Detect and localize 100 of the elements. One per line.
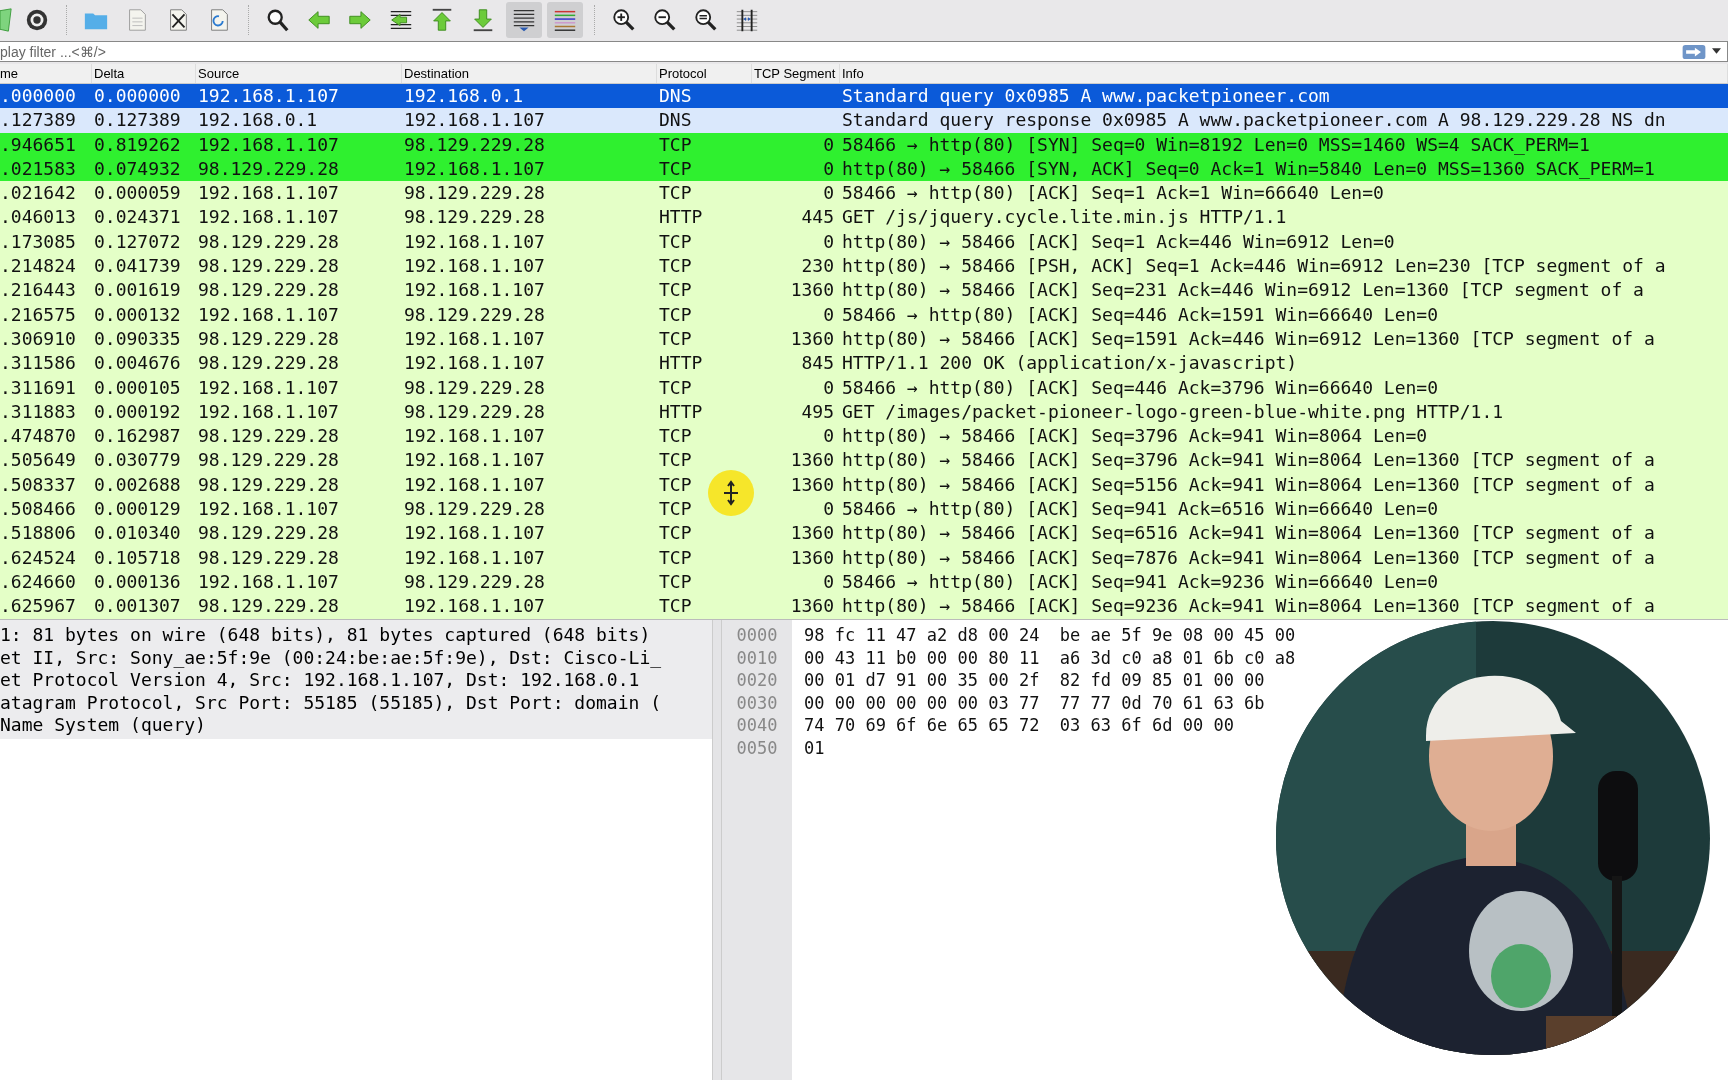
- search-icon: [265, 7, 291, 33]
- table-cell-text: 0.162987: [93, 424, 181, 449]
- table-cell-text: TCP: [658, 156, 692, 181]
- table-cell-text: 58466 → http(80) [ACK] Seq=446 Ack=1591 Win=66640 Len=0: [841, 302, 1439, 327]
- table-cell: .021642: [0, 181, 76, 206]
- table-cell-text: 0.000059: [93, 181, 181, 206]
- packet-row[interactable]: .127389 0.127389 192.168.0.1 192.168.1.107 DNS Standard query response 0x0985 A www.packetpioneer.com A 98.129.229.28 NS dn: [0, 108, 1728, 133]
- detail-line[interactable]: atagram Protocol, Src Port: 55185 (55185), Dst Port: domain (: [0, 691, 662, 715]
- packet-row[interactable]: .000000 0.000000 192.168.1.107 192.168.0.1 DNS Standard query 0x0985 A www.packetpioneer.com: [0, 84, 1728, 109]
- column-header[interactable]: Destination: [402, 64, 657, 83]
- column-header[interactable]: Delta: [92, 64, 196, 83]
- table-cell-text: 495: [801, 399, 834, 424]
- packet-row[interactable]: .311691 0.000105 192.168.1.107 98.129.229.28 TCP 0 58466 → http(80) [ACK] Seq=446 Ack=3796 Win=66640 Len=0: [0, 375, 1728, 400]
- table-cell-text: DNS: [658, 108, 692, 133]
- table-cell-text: 98.129.229.28: [197, 448, 339, 473]
- table-cell-text: 192.168.1.107: [403, 156, 545, 181]
- scroll-list-icon: [511, 7, 537, 33]
- packet-row[interactable]: .518806 0.010340 98.129.229.28 192.168.1.107 TCP 1360 http(80) → 58466 [ACK] Seq=6516 Ack=941 Win=8064 Len=1360 [TCP segment of a: [0, 521, 1728, 546]
- table-cell: 445: [801, 205, 834, 230]
- caret-icon[interactable]: [1712, 48, 1721, 55]
- table-cell-text: HTTP: [658, 399, 703, 424]
- table-cell-text: 192.168.1.107: [403, 424, 545, 449]
- table-cell: 0: [823, 181, 834, 206]
- packet-row[interactable]: .946651 0.819262 192.168.1.107 98.129.229.28 TCP 0 58466 → http(80) [SYN] Seq=0 Win=8192 Len=0 MSS=1460 WS=4 SACK_PERM=1: [0, 132, 1728, 157]
- table-cell-text: 192.168.1.107: [197, 375, 339, 400]
- hex-bytes: 00 01 d7 91 00 35 00 2f 82 fd 09 85 01 00 00: [804, 669, 1265, 692]
- table-cell-text: 0: [823, 156, 834, 181]
- table-cell-text: 192.168.1.107: [197, 132, 339, 157]
- table-cell-text: 98.129.229.28: [197, 254, 339, 279]
- packet-row[interactable]: .216443 0.001619 98.129.229.28 192.168.1.107 TCP 1360 http(80) → 58466 [ACK] Seq=231 Ack=446 Win=6912 Len=1360 [TCP segment of a: [0, 278, 1728, 303]
- table-cell-text: TCP: [658, 497, 692, 522]
- table-cell: 1360: [790, 521, 834, 546]
- table-cell-text: 1360: [790, 326, 834, 351]
- table-cell-text: TCP: [658, 472, 692, 497]
- table-cell-text: 192.168.1.107: [403, 326, 545, 351]
- hex-bytes: 00 00 00 00 00 00 03 77 77 77 0d 70 61 63 6b: [804, 691, 1265, 715]
- table-cell-text: http(80) → 58466 [PSH, ACK] Seq=1 Ack=446 Win=6912 Len=230 [TCP segment of a: [841, 254, 1666, 279]
- packet-row[interactable]: .624524 0.105718 98.129.229.28 192.168.1.107 TCP 1360 http(80) → 58466 [ACK] Seq=7876 Ack=941 Win=8064 Len=1360 [TCP segment of a: [0, 545, 1728, 570]
- toolbar-button[interactable]: [506, 2, 542, 38]
- table-cell-text: 98.129.229.28: [197, 351, 339, 376]
- column-header[interactable]: Info: [840, 64, 1728, 83]
- packet-row[interactable]: .505649 0.030779 98.129.229.28 192.168.1.107 TCP 1360 http(80) → 58466 [ACK] Seq=3796 Ack=941 Win=8064 Len=1360 [TCP segment of a: [0, 448, 1728, 473]
- detail-line[interactable]: Name System (query): [0, 714, 206, 737]
- table-cell-text: 58466 → http(80) [ACK] Seq=1 Ack=1 Win=66640 Len=0: [841, 181, 1384, 206]
- table-cell-text: TCP: [658, 302, 692, 327]
- table-cell-text: .000000: [0, 84, 76, 108]
- table-cell: .216443: [0, 278, 76, 303]
- table-cell-text: 0.000136: [93, 569, 181, 594]
- table-cell-text: 0.000105: [93, 375, 181, 400]
- column-header[interactable]: Source: [196, 64, 402, 83]
- table-cell-text: TCP: [658, 375, 692, 400]
- column-header[interactable]: me: [0, 64, 92, 83]
- display-filter-field[interactable]: play filter ...<⌘/>: [0, 43, 1678, 60]
- table-cell-text: HTTP: [658, 205, 703, 230]
- packet-row[interactable]: .625967 0.001307 98.129.229.28 192.168.1.107 TCP 1360 http(80) → 58466 [ACK] Seq=9236 Ack=941 Win=8064 Len=1360 [TCP segment of a: [0, 594, 1728, 619]
- table-cell-text: 98.129.229.28: [403, 181, 545, 206]
- hex-bytes: 74 70 69 6f 6e 65 65 72 03 63 6f 6d 00 00: [804, 714, 1234, 737]
- offset-label: 0050: [736, 736, 778, 760]
- table-cell: 1360: [790, 278, 834, 303]
- table-cell: 0: [823, 302, 834, 327]
- packet-row[interactable]: .173085 0.127072 98.129.229.28 192.168.1.107 TCP 0 http(80) → 58466 [ACK] Seq=1 Ack=446 Win=6912 Len=0: [0, 229, 1728, 255]
- table-cell-text: 98.129.229.28: [197, 521, 339, 546]
- table-cell-text: 0.074932: [93, 156, 181, 181]
- packet-row[interactable]: .311586 0.004676 98.129.229.28 192.168.1.107 HTTP 845 HTTP/1.1 200 OK (application/x-javascript): [0, 351, 1728, 376]
- packet-row[interactable]: .624660 0.000136 192.168.1.107 98.129.229.28 TCP 0 58466 → http(80) [ACK] Seq=941 Ack=9236 Win=66640 Len=0: [0, 569, 1728, 595]
- table-cell-text: http(80) → 58466 [ACK] Seq=3796 Ack=941 Win=8064 Len=1360 [TCP segment of a: [841, 448, 1655, 473]
- table-cell-text: http(80) → 58466 [ACK] Seq=7876 Ack=941 Win=8064 Len=1360 [TCP segment of a: [841, 545, 1655, 570]
- detail-line[interactable]: 1: 81 bytes on wire (648 bits), 81 bytes captured (648 bits): [0, 624, 651, 647]
- table-cell-text: 98.129.229.28: [197, 326, 339, 351]
- packet-row[interactable]: .021583 0.074932 98.129.229.28 192.168.1.107 TCP 0 http(80) → 58466 [SYN, ACK] Seq=0 Ack=1 Win=5840 Len=0 MSS=1360 SACK_PERM=1: [0, 156, 1728, 182]
- table-cell-text: 98.129.229.28: [197, 545, 339, 570]
- filter-bar[interactable]: play filter ...<⌘/>: [0, 41, 1728, 62]
- packet-row[interactable]: .306910 0.090335 98.129.229.28 192.168.1.107 TCP 1360 http(80) → 58466 [ACK] Seq=1591 Ack=446 Win=6912 Len=1360 [TCP segment of a: [0, 326, 1728, 352]
- table-cell-text: TCP: [658, 229, 692, 254]
- detail-line[interactable]: et II, Src: Sony_ae:5f:9e (00:24:be:ae:5f:9e), Dst: Cisco-Li_: [0, 646, 662, 670]
- table-cell-text: 1360: [790, 472, 834, 497]
- table-cell-text: TCP: [658, 181, 692, 206]
- packet-row[interactable]: .311883 0.000192 192.168.1.107 98.129.229.28 HTTP 495 GET /images/packet-pioneer-logo-green-blue-white.png HTTP/1.1: [0, 399, 1728, 425]
- table-cell-text: TCP: [658, 278, 692, 303]
- table-cell-text: DNS: [658, 84, 692, 108]
- packet-row[interactable]: .021642 0.000059 192.168.1.107 98.129.229.28 TCP 0 58466 → http(80) [ACK] Seq=1 Ack=1 Win=66640 Len=0: [0, 181, 1728, 206]
- packet-row[interactable]: .046013 0.024371 192.168.1.107 98.129.229.28 HTTP 445 GET /js/jquery.cycle.lite.min.js HTTP/1.1: [0, 205, 1728, 230]
- column-header[interactable]: Protocol: [657, 64, 752, 83]
- table-cell-text: 192.168.1.107: [403, 229, 545, 254]
- packet-row[interactable]: .508466 0.000129 192.168.1.107 98.129.229.28 TCP 0 58466 → http(80) [ACK] Seq=941 Ack=6516 Win=66640 Len=0: [0, 497, 1728, 522]
- table-cell-text: 192.168.1.107: [197, 84, 339, 108]
- packet-row[interactable]: .216575 0.000132 192.168.1.107 98.129.229.28 TCP 0 58466 → http(80) [ACK] Seq=446 Ack=1591 Win=66640 Len=0: [0, 302, 1728, 327]
- detail-line[interactable]: et Protocol Version 4, Src: 192.168.1.107, Dst: 192.168.0.1: [0, 669, 640, 692]
- packet-row[interactable]: .474870 0.162987 98.129.229.28 192.168.1.107 TCP 0 http(80) → 58466 [ACK] Seq=3796 Ack=941 Win=8064 Len=0: [0, 424, 1728, 449]
- table-cell-text: 192.168.1.107: [197, 497, 339, 522]
- table-cell: .046013: [0, 205, 76, 230]
- packet-row[interactable]: .214824 0.041739 98.129.229.28 192.168.1.107 TCP 230 http(80) → 58466 [PSH, ACK] Seq=1 Ack=446 Win=6912 Len=230 [TCP segment of a: [0, 254, 1728, 279]
- table-cell-text: 0.000192: [93, 399, 181, 424]
- table-cell: 0: [823, 132, 834, 157]
- table-cell-text: 98.129.229.28: [403, 302, 545, 327]
- column-header[interactable]: TCP Segment: [752, 64, 840, 83]
- table-cell-text: 192.168.1.107: [403, 254, 545, 279]
- table-cell-text: 0.105718: [93, 545, 181, 570]
- table-cell-text: 192.168.1.107: [403, 521, 545, 546]
- table-cell-text: 98.129.229.28: [403, 375, 545, 400]
